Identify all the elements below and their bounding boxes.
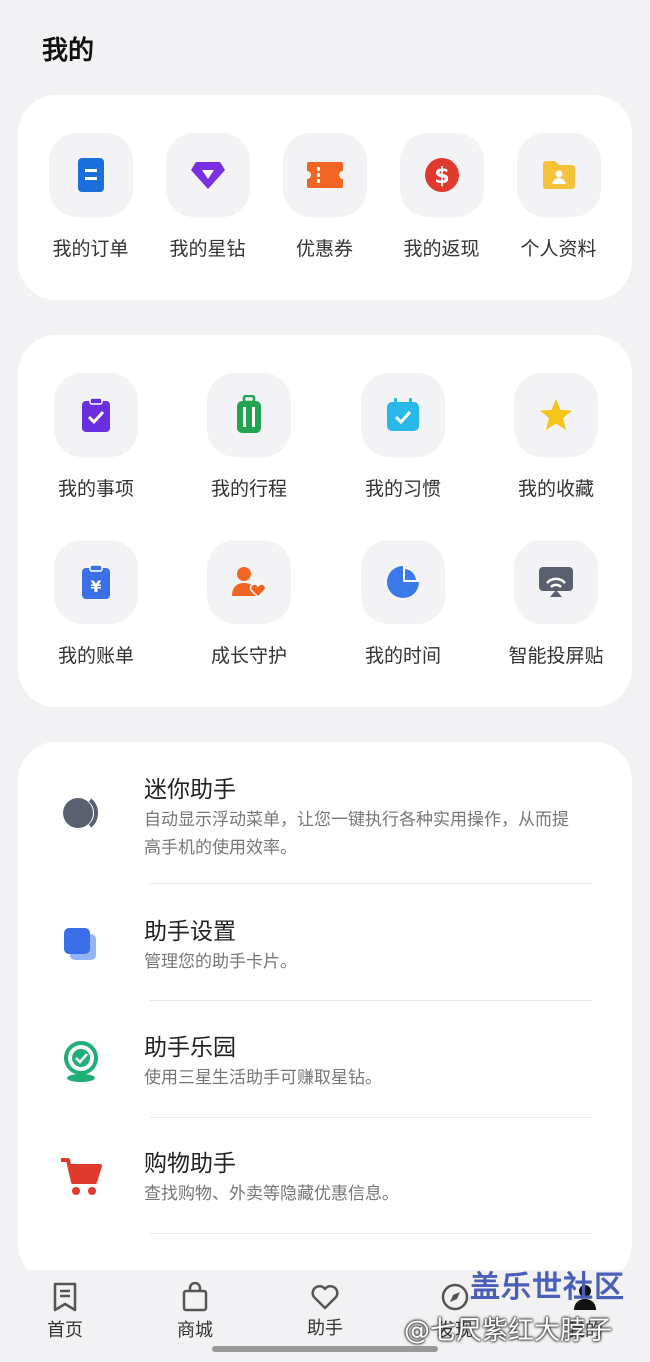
grid-item-label: 智能投屏贴 — [508, 645, 604, 667]
dollar-icon: $ — [424, 158, 459, 192]
nav-label: 首页 — [47, 1320, 83, 1341]
grid-item-bills[interactable]: ¥ 我的账单 — [36, 540, 156, 668]
assistant-list-card: 迷你助手 自动显示浮动菜单，让您一键执行各种实用操作，从而提高手机的使用效率。 … — [18, 742, 632, 1282]
diamond-icon — [190, 162, 225, 189]
bill-icon: ¥ — [82, 564, 110, 599]
quick-item-label: 我的星钻 — [169, 238, 246, 260]
grid-item-label: 我的时间 — [364, 645, 441, 667]
grid-item-label: 成长守护 — [210, 645, 287, 667]
nav-assistant[interactable]: 助手 — [285, 1282, 365, 1340]
bookmark-icon — [53, 1282, 77, 1312]
park-icon — [64, 1041, 98, 1082]
list-item-desc: 查找购物、外卖等隐藏优惠信息。 — [144, 1184, 399, 1204]
quick-item-cashback[interactable]: $ 我的返现 — [383, 133, 500, 261]
divider — [150, 1233, 592, 1234]
quick-item-label: 我的订单 — [52, 238, 129, 260]
mini-assistant-icon — [63, 798, 98, 828]
grid-item-label: 我的行程 — [210, 478, 287, 500]
quick-item-label: 个人资料 — [520, 238, 597, 260]
watermark-logo: 盖乐世社区 — [470, 1270, 625, 1305]
cart-icon — [61, 1158, 102, 1195]
list-item-desc: 自动显示浮动菜单，让您一键执行各种实用操作，从而提高手机的使用效率。 — [144, 810, 569, 858]
list-item-title: 迷你助手 — [144, 777, 236, 803]
quick-item-diamonds[interactable]: 我的星钻 — [149, 133, 266, 261]
list-item-desc: 管理您的助手卡片。 — [144, 952, 297, 972]
grid-item-tasks[interactable]: 我的事项 — [36, 373, 156, 501]
quick-item-coupons[interactable]: 优惠券 — [266, 133, 383, 261]
order-icon — [77, 158, 104, 192]
grid-item-guardian[interactable]: 成长守护 — [189, 540, 309, 668]
list-item-title: 助手设置 — [144, 919, 236, 945]
divider — [150, 1000, 592, 1001]
page-title: 我的 — [42, 36, 95, 66]
compass-icon — [441, 1283, 469, 1311]
nav-home[interactable]: 首页 — [25, 1282, 105, 1342]
grid-item-label: 我的事项 — [57, 478, 134, 500]
list-item-assistant-park[interactable]: 助手乐园 使用三星生活助手可赚取星钻。 — [18, 1028, 632, 1108]
list-item-mini-assistant[interactable]: 迷你助手 自动显示浮动菜单，让您一键执行各种实用操作，从而提高手机的使用效率。 — [18, 770, 632, 885]
quick-access-card: 我的订单 我的星钻 优惠券 $ 我的返现 个人资料 — [18, 95, 632, 300]
quick-item-profile[interactable]: 个人资料 — [500, 133, 617, 261]
divider — [150, 883, 592, 884]
grid-item-label: 我的收藏 — [517, 478, 594, 500]
coupon-icon — [306, 162, 343, 188]
divider — [150, 1117, 592, 1118]
nav-label: 助手 — [307, 1318, 343, 1339]
grid-item-label: 我的习惯 — [364, 478, 441, 500]
luggage-icon — [237, 395, 261, 433]
list-item-title: 助手乐园 — [144, 1035, 236, 1061]
list-item-shopping-assistant[interactable]: 购物助手 查找购物、外卖等隐藏优惠信息。 — [18, 1144, 632, 1224]
nav-store[interactable]: 商城 — [155, 1282, 235, 1342]
pie-chart-icon — [387, 566, 419, 598]
guardian-icon — [232, 567, 267, 598]
grid-item-cast[interactable]: 智能投屏贴 — [496, 540, 616, 668]
grid-item-trips[interactable]: 我的行程 — [189, 373, 309, 501]
features-grid-card: 我的事项 我的行程 我的习惯 我的收藏 ¥ 我的账单 成长守护 我的时间 智能投… — [18, 335, 632, 707]
list-item-assistant-settings[interactable]: 助手设置 管理您的助手卡片。 — [18, 912, 632, 992]
quick-item-label: 我的返现 — [403, 238, 480, 260]
grid-item-favorites[interactable]: 我的收藏 — [496, 373, 616, 501]
list-item-desc: 使用三星生活助手可赚取星钻。 — [144, 1068, 382, 1088]
grid-item-time[interactable]: 我的时间 — [343, 540, 463, 668]
grid-item-habits[interactable]: 我的习惯 — [343, 373, 463, 501]
profile-folder-icon — [542, 161, 575, 189]
calendar-check-icon — [387, 398, 419, 431]
watermark-author: @七尺紫红大脖子 — [404, 1316, 613, 1346]
shopping-bag-icon — [182, 1282, 208, 1312]
svg-text:¥: ¥ — [90, 577, 101, 596]
quick-item-label: 优惠券 — [295, 238, 353, 260]
clipboard-check-icon — [82, 397, 110, 432]
list-item-title: 购物助手 — [144, 1151, 236, 1177]
nav-label: 商城 — [177, 1320, 213, 1341]
grid-item-label: 我的账单 — [57, 645, 134, 667]
cards-icon — [64, 928, 96, 960]
svg-text:$: $ — [434, 164, 449, 189]
cast-icon — [539, 567, 573, 597]
heart-icon — [311, 1284, 339, 1310]
quick-item-orders[interactable]: 我的订单 — [32, 133, 149, 261]
star-icon — [540, 399, 572, 430]
